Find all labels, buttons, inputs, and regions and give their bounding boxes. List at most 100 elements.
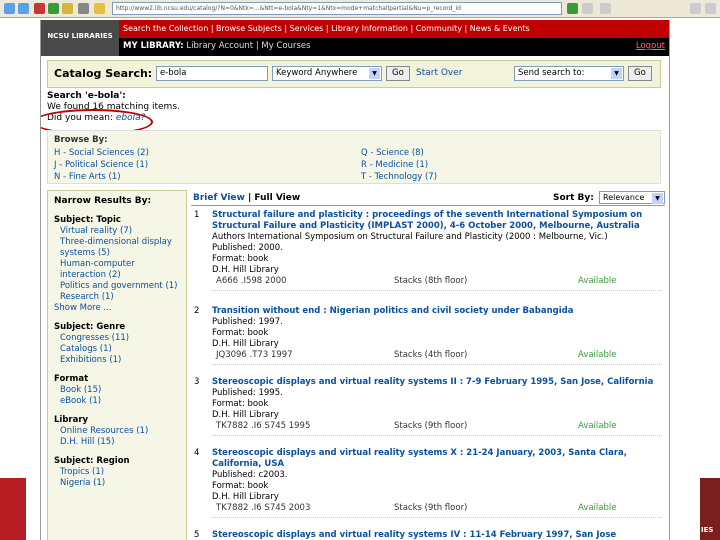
top-nav-links[interactable]: Search the Collection | Browse Subjects … <box>123 24 530 33</box>
my-courses-link[interactable]: My Courses <box>261 41 310 51</box>
library-account-link[interactable]: Library Account <box>186 41 253 51</box>
search-icon[interactable] <box>78 3 89 14</box>
record-divider <box>212 514 662 518</box>
call-number: JQ3096 .T73 1997 <box>216 350 293 360</box>
narrow-results-panel: Narrow Results By: Subject: Topic Virtua… <box>47 190 187 540</box>
record-format: Format: book <box>212 399 269 409</box>
logout-link[interactable]: Logout <box>636 41 665 51</box>
browse-item[interactable]: Q - Science (8) <box>361 147 437 159</box>
holding-location: Stacks (9th floor) <box>394 421 468 431</box>
browse-by-panel: Browse By: H - Social Sciences (2) J - P… <box>47 130 661 184</box>
facet-heading: Subject: Topic <box>54 215 121 225</box>
full-view-link[interactable]: Full View <box>254 193 300 203</box>
catalog-search-panel: Catalog Search: e-bola Keyword Anywhere … <box>47 60 661 88</box>
holding-row: A666 .I598 2000 Stacks (8th floor) Avail… <box>212 276 662 287</box>
search-go-button[interactable]: Go <box>386 66 410 81</box>
search-field-select[interactable]: Keyword Anywhere <box>272 66 382 81</box>
record-divider <box>212 361 662 365</box>
record-divider <box>212 432 662 436</box>
record-number: 3 <box>194 377 200 387</box>
browse-title: Browse By: <box>54 135 108 145</box>
facet-item[interactable]: Catalogs (1) <box>54 344 180 355</box>
search-term-line: Search 'e-bola': <box>47 91 126 101</box>
send-go-button[interactable]: Go <box>628 66 652 81</box>
narrow-title: Narrow Results By: <box>54 196 152 206</box>
facet-item[interactable]: Tropics (1) <box>54 467 180 478</box>
record-format: Format: book <box>212 481 269 491</box>
refresh-icon[interactable] <box>48 3 59 14</box>
facet-item[interactable]: Online Resources (1) <box>54 426 180 437</box>
record-published: Published: 1997. <box>212 317 283 327</box>
record-authors: Authors International Symposium on Struc… <box>212 232 608 242</box>
facet-item[interactable]: Exhibitions (1) <box>54 355 180 366</box>
browse-item[interactable]: H - Social Sciences (2) <box>54 147 149 159</box>
show-more-link[interactable]: Show More ... <box>54 303 180 314</box>
facet-heading: Format <box>54 374 89 384</box>
results-toolbar: Brief View | Full View Sort By: Relevanc… <box>191 190 665 206</box>
go-icon[interactable] <box>567 3 578 14</box>
browse-item[interactable]: J - Political Science (1) <box>54 159 149 171</box>
facet-item[interactable]: Politics and government (1) <box>54 281 180 292</box>
facet-heading: Subject: Genre <box>54 322 126 332</box>
availability-status: Available <box>578 503 617 513</box>
record-title-link[interactable]: Structural failure and plasticity : proc… <box>212 210 662 232</box>
holding-location: Stacks (8th floor) <box>394 276 468 286</box>
sort-select[interactable]: Relevance <box>599 191 665 204</box>
facet-item[interactable]: Human-computer interaction (2) <box>54 259 180 281</box>
browse-item[interactable]: T - Technology (7) <box>361 171 437 183</box>
record-library: D.H. Hill Library <box>212 265 279 275</box>
browse-item[interactable]: N - Fine Arts (1) <box>54 171 149 183</box>
view-toggle: Brief View | Full View <box>193 193 300 203</box>
record-divider <box>212 287 662 291</box>
brief-view-link[interactable]: Brief View <box>193 193 245 203</box>
favorites-icon[interactable] <box>94 3 105 14</box>
facet-item[interactable]: Three-dimensional display systems (5) <box>54 237 180 259</box>
record-title-link[interactable]: Transition without end : Nigerian politi… <box>212 306 662 317</box>
search-input[interactable]: e-bola <box>156 66 268 81</box>
slide-side-text: IES <box>701 526 714 534</box>
facet-heading: Subject: Region <box>54 456 130 466</box>
call-number: TK7882 .I6 S745 2003 <box>216 503 311 513</box>
back-icon[interactable] <box>4 3 15 14</box>
facet-item[interactable]: eBook (1) <box>54 396 180 407</box>
record-number: 5 <box>194 530 200 540</box>
browse-item[interactable]: R - Medicine (1) <box>361 159 437 171</box>
facet-item[interactable]: Research (1) <box>54 292 180 303</box>
record-title-link[interactable]: Stereoscopic displays and virtual realit… <box>212 377 662 388</box>
record-published: Published: 2000. <box>212 243 283 253</box>
facet-item[interactable]: Virtual reality (7) <box>54 226 180 237</box>
holding-row: TK7882 .I6 S745 2003 Stacks (9th floor) … <box>212 503 662 514</box>
call-number: TK7882 .I6 S745 1995 <box>216 421 311 431</box>
tools-icon[interactable] <box>600 3 611 14</box>
send-to-select[interactable]: Send search to: <box>514 66 624 81</box>
close-icon[interactable] <box>705 3 716 14</box>
record-title-link[interactable]: Stereoscopic displays and virtual realit… <box>212 448 662 470</box>
view-separator: | <box>244 193 255 203</box>
results-list: Brief View | Full View Sort By: Relevanc… <box>191 190 665 540</box>
address-bar[interactable]: http://www2.lib.ncsu.edu/catalog/?N=0&Nt… <box>112 2 562 15</box>
holding-location: Stacks (9th floor) <box>394 503 468 513</box>
record-title-link[interactable]: Stereoscopic displays and virtual realit… <box>212 530 662 540</box>
start-over-link[interactable]: Start Over <box>416 68 463 78</box>
record-library: D.H. Hill Library <box>212 339 279 349</box>
ncsu-logo[interactable]: NCSU LIBRARIES <box>41 20 119 56</box>
forward-icon[interactable] <box>18 3 29 14</box>
minimize-icon[interactable] <box>690 3 701 14</box>
nav-separator: | <box>255 41 259 51</box>
record-format: Format: book <box>212 328 269 338</box>
facet-item[interactable]: Nigeria (1) <box>54 478 180 489</box>
record-library: D.H. Hill Library <box>212 492 279 502</box>
facet-item[interactable]: Congresses (11) <box>54 333 180 344</box>
stop-icon[interactable] <box>34 3 45 14</box>
facet-heading: Library <box>54 415 89 425</box>
my-library-bar: MY LIBRARY: Library Account | My Courses… <box>119 38 669 56</box>
record-published: Published: c2003. <box>212 470 288 480</box>
facet-item[interactable]: Book (15) <box>54 385 180 396</box>
availability-status: Available <box>578 350 617 360</box>
record-number: 1 <box>194 210 200 220</box>
holding-row: TK7882 .I6 S745 1995 Stacks (9th floor) … <box>212 421 662 432</box>
home-icon[interactable] <box>62 3 73 14</box>
slide-decoration-left <box>0 478 26 540</box>
links-icon[interactable] <box>582 3 593 14</box>
facet-item[interactable]: D.H. Hill (15) <box>54 437 180 448</box>
